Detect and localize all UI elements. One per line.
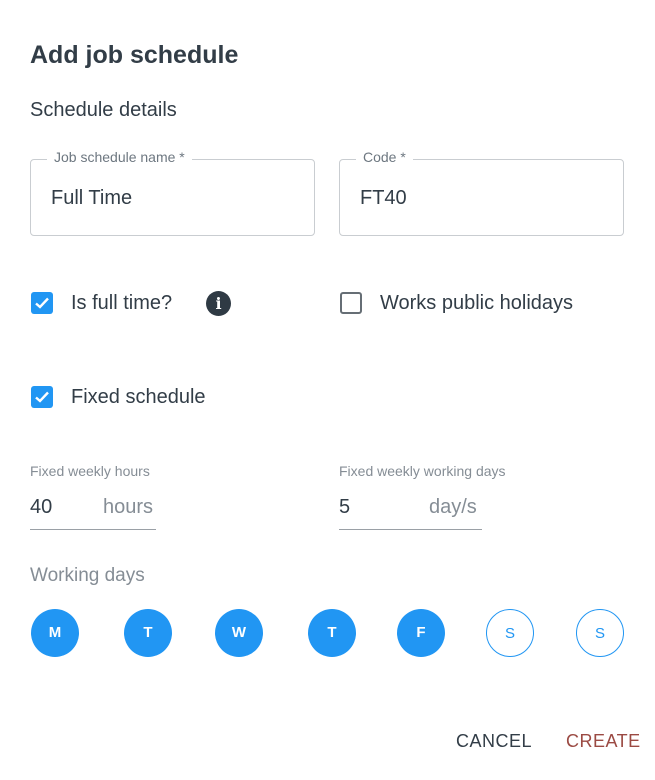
weekly-days-label: Fixed weekly working days: [339, 463, 506, 479]
weekly-days-unit: day/s: [429, 496, 477, 518]
dialog-title: Add job schedule: [30, 41, 239, 69]
job-schedule-name-value[interactable]: Full Time: [51, 187, 132, 210]
check-icon: [35, 297, 49, 309]
full-time-checkbox[interactable]: [31, 292, 53, 314]
weekly-hours-input[interactable]: 40 hours: [30, 494, 156, 530]
day-thursday[interactable]: T: [308, 609, 356, 657]
job-schedule-name-field[interactable]: Job schedule name * Full Time: [30, 149, 315, 236]
day-wednesday[interactable]: W: [215, 609, 263, 657]
check-icon: [35, 391, 49, 403]
weekly-hours-unit: hours: [103, 496, 154, 518]
section-title: Schedule details: [30, 99, 177, 121]
job-schedule-name-label: Job schedule name *: [47, 149, 192, 165]
cancel-button[interactable]: CANCEL: [456, 731, 532, 752]
code-value[interactable]: FT40: [360, 187, 407, 210]
day-monday[interactable]: M: [31, 609, 79, 657]
info-icon[interactable]: i: [206, 291, 231, 316]
fixed-schedule-label: Fixed schedule: [71, 386, 206, 408]
day-saturday[interactable]: S: [486, 609, 534, 657]
weekly-hours-label: Fixed weekly hours: [30, 463, 150, 479]
weekly-days-input[interactable]: 5 day/s: [339, 494, 482, 530]
fixed-schedule-checkbox[interactable]: [31, 386, 53, 408]
create-button[interactable]: CREATE: [566, 731, 641, 752]
day-friday[interactable]: F: [397, 609, 445, 657]
day-tuesday[interactable]: T: [124, 609, 172, 657]
code-field[interactable]: Code * FT40: [339, 149, 624, 236]
weekly-days-value[interactable]: 5: [339, 496, 350, 519]
public-holidays-checkbox[interactable]: [340, 292, 362, 314]
working-days-label: Working days: [30, 565, 145, 586]
full-time-label: Is full time?: [71, 292, 173, 314]
day-sunday[interactable]: S: [576, 609, 624, 657]
public-holidays-label: Works public holidays: [380, 292, 574, 314]
weekly-hours-value[interactable]: 40: [30, 496, 52, 519]
code-label: Code *: [356, 149, 413, 165]
